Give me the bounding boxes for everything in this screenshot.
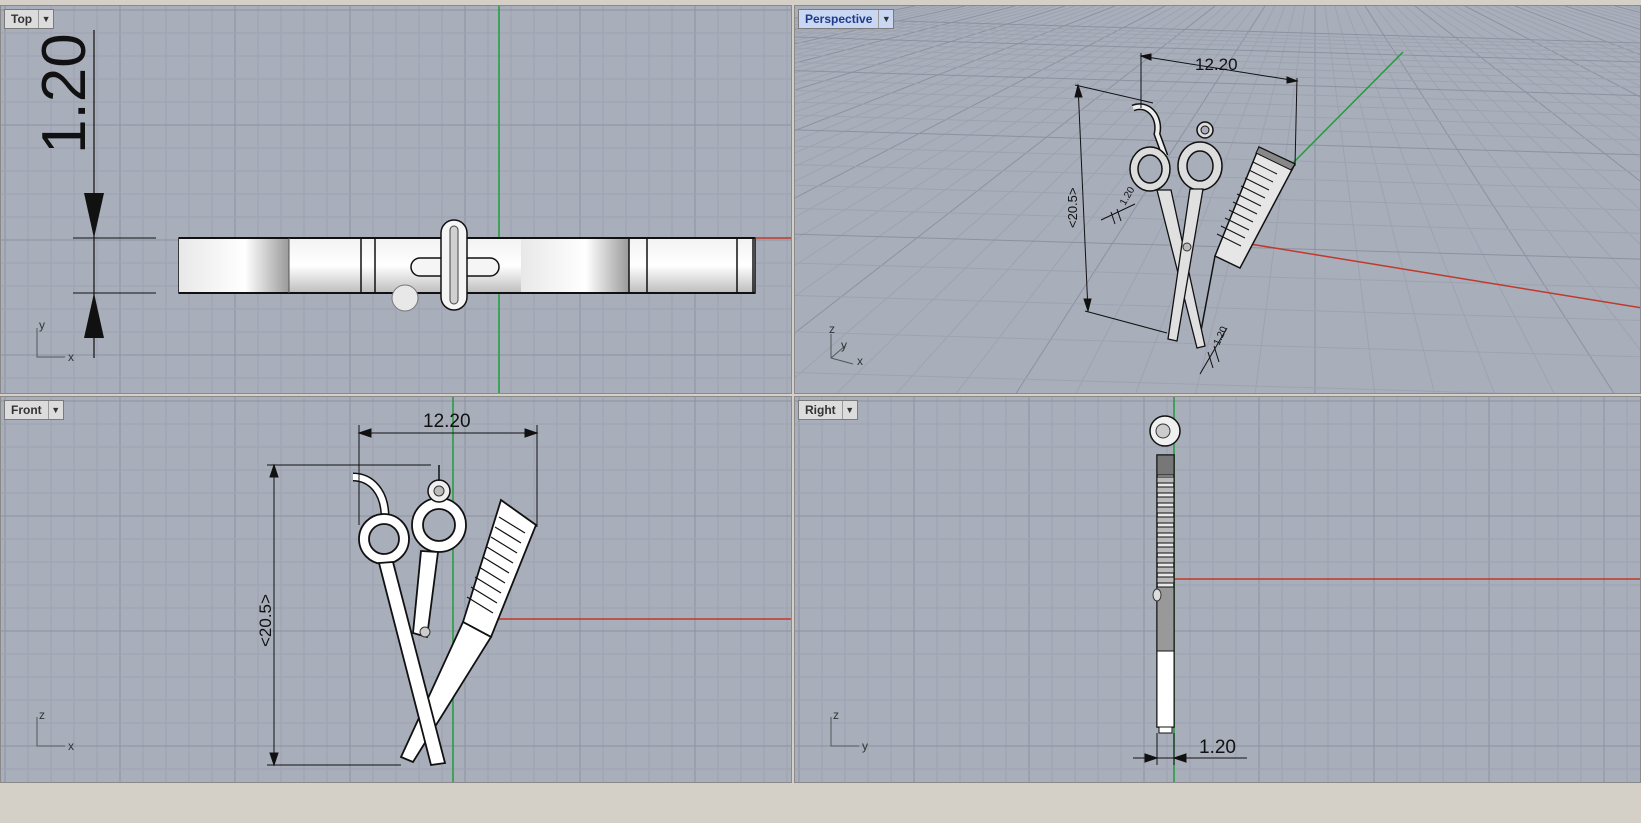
svg-text:z: z	[39, 708, 45, 722]
dimension-label: 1.20	[1199, 737, 1236, 758]
dimension-label: <20.5>	[1065, 188, 1080, 229]
chevron-down-icon[interactable]: ▼	[878, 10, 893, 28]
viewport-title: Front	[11, 403, 42, 417]
dimension-label: 1.20	[30, 33, 99, 154]
viewport-right[interactable]: 1.20 y z Right ▼	[794, 396, 1641, 783]
viewport-title: Top	[11, 12, 33, 26]
viewport-title: Perspective	[805, 12, 873, 26]
chevron-down-icon[interactable]: ▼	[47, 401, 63, 419]
svg-text:y: y	[841, 338, 847, 352]
svg-text:y: y	[862, 739, 868, 753]
svg-text:y: y	[39, 318, 45, 332]
chevron-down-icon[interactable]: ▼	[38, 10, 53, 28]
viewport-title: Right	[805, 403, 836, 417]
viewport-perspective[interactable]: 12.20 <20.5> 1.20 1.20 z y x Perspective…	[794, 5, 1641, 394]
viewport-front-canvas[interactable]: 12.20 <20.5> x z	[1, 397, 792, 783]
viewport-tab-perspective[interactable]: Perspective ▼	[798, 9, 895, 29]
viewport-top-canvas[interactable]: 1.20 x y	[1, 6, 792, 394]
dimension-label: <20.5>	[256, 594, 275, 647]
svg-text:x: x	[68, 350, 74, 364]
viewport-tab-right[interactable]: Right ▼	[798, 400, 858, 420]
viewport-perspective-canvas[interactable]: 12.20 <20.5> 1.20 1.20 z y x	[795, 6, 1641, 394]
viewport-tab-top[interactable]: Top ▼	[4, 9, 55, 29]
dimension-label: 12.20	[1195, 55, 1238, 74]
chevron-down-icon[interactable]: ▼	[841, 401, 857, 419]
viewport-right-canvas[interactable]: 1.20 y z	[795, 397, 1641, 783]
svg-text:z: z	[833, 708, 839, 722]
viewport-tab-front[interactable]: Front ▼	[4, 400, 64, 420]
svg-text:x: x	[68, 739, 74, 753]
dimension-label: 12.20	[423, 411, 471, 432]
svg-text:x: x	[857, 354, 863, 368]
svg-text:z: z	[829, 322, 835, 336]
viewport-top[interactable]: 1.20 x y Top ▼	[0, 5, 792, 394]
viewport-front[interactable]: 12.20 <20.5> x z Front ▼	[0, 396, 792, 783]
